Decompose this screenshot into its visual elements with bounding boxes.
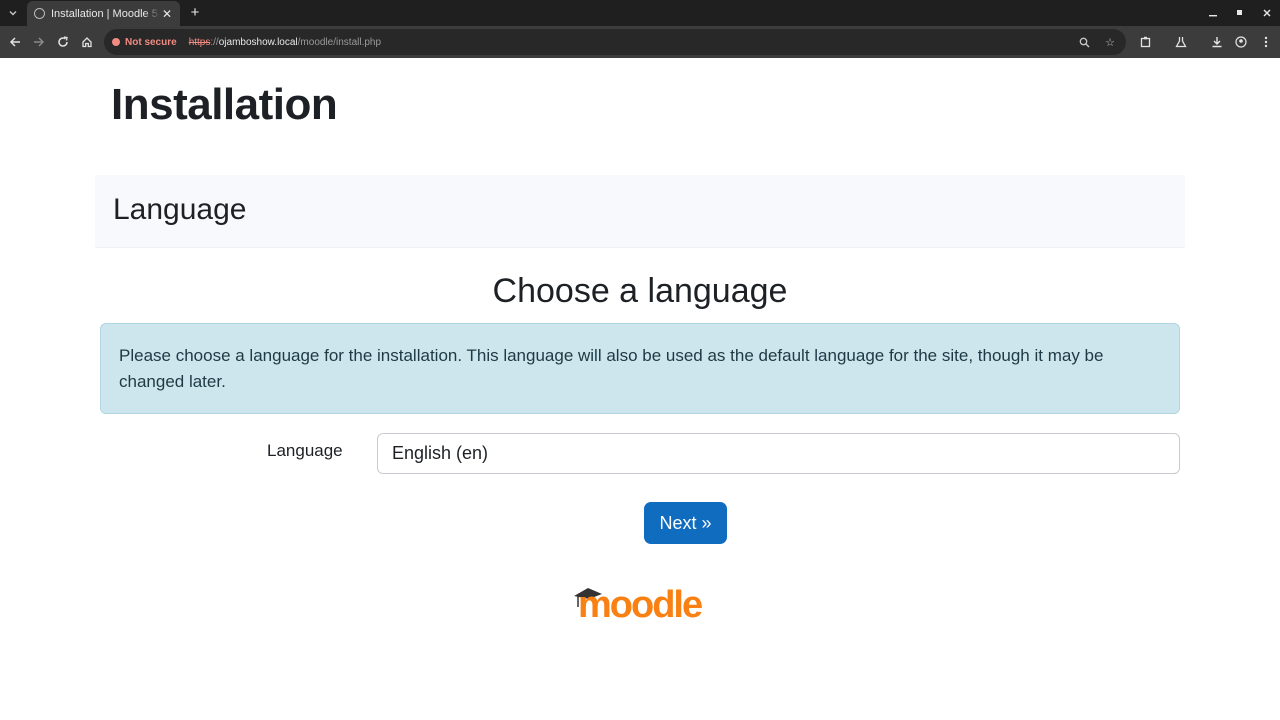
url-scheme: https	[188, 36, 211, 48]
forward-arrow-icon[interactable]	[28, 31, 50, 53]
reload-icon[interactable]	[52, 31, 74, 53]
globe-icon	[34, 8, 45, 19]
minimize-icon[interactable]	[1199, 0, 1226, 26]
tab-title: Installation | Moodle 5.0	[51, 7, 160, 20]
more-menu-icon[interactable]	[1255, 31, 1277, 53]
tab-close-icon[interactable]: ✕	[160, 7, 174, 21]
section-title: Language	[113, 193, 247, 226]
language-select-value: English (en)	[392, 443, 489, 463]
new-tab-button[interactable]: +	[186, 3, 204, 23]
omnibox-actions: ☆	[1076, 33, 1118, 51]
next-button[interactable]: Next »	[644, 502, 727, 544]
home-icon[interactable]	[76, 31, 98, 53]
url-host: ojamboshow.local	[218, 36, 298, 48]
labs-flask-icon[interactable]	[1170, 31, 1192, 53]
close-window-icon[interactable]	[1253, 0, 1280, 26]
warning-icon	[112, 38, 120, 46]
choose-language-heading: Choose a language	[492, 272, 788, 310]
language-form-row: Language English (en)	[100, 433, 1180, 474]
extensions-icon[interactable]	[1135, 31, 1157, 53]
browser-tab-bar: Installation | Moodle 5.0 ✕ +	[0, 0, 1280, 26]
address-bar[interactable]: Not secure https :// ojamboshow.local /m…	[104, 29, 1126, 55]
moodle-logo: moodle	[572, 583, 708, 626]
download-icon[interactable]	[1206, 31, 1228, 53]
back-arrow-icon[interactable]	[4, 31, 26, 53]
browser-tab[interactable]: Installation | Moodle 5.0 ✕	[27, 1, 180, 26]
tab-search-icon[interactable]	[4, 4, 22, 22]
url-path: /moodle/install.php	[297, 36, 382, 48]
not-secure-label[interactable]: Not secure	[125, 37, 177, 48]
bookmark-star-icon[interactable]: ☆	[1102, 33, 1118, 51]
language-select[interactable]: English (en)	[377, 433, 1180, 474]
profile-avatar-icon[interactable]	[1230, 31, 1252, 53]
maximize-icon[interactable]	[1226, 0, 1253, 26]
section-header: Language	[95, 175, 1185, 248]
language-label: Language	[267, 441, 343, 460]
zoom-icon[interactable]	[1076, 33, 1092, 51]
page-content: Installation Language Choose a language …	[0, 58, 1280, 720]
info-alert: Please choose a language for the install…	[100, 323, 1180, 414]
browser-toolbar: Not secure https :// ojamboshow.local /m…	[0, 26, 1280, 58]
page-title: Installation	[111, 80, 338, 129]
logo-wordmark: moodle	[578, 584, 702, 623]
window-controls	[1199, 0, 1280, 26]
url-separator: ://	[210, 36, 219, 48]
